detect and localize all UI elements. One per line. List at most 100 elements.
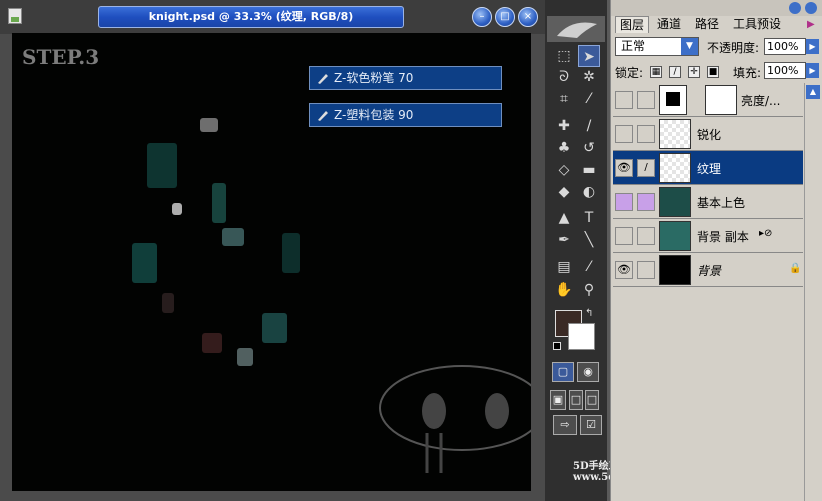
pig-nose-logo (379, 365, 531, 473)
brush-label-chalk: Z-软色粉笔 70 (309, 66, 502, 90)
visibility-toggle[interactable] (615, 227, 633, 245)
opacity-input[interactable]: 100% (764, 38, 806, 55)
blur-tool-icon[interactable]: ◆ (553, 181, 575, 203)
line-tool-icon[interactable]: ╲ (578, 229, 600, 251)
healing-brush-icon[interactable]: ✚ (553, 115, 575, 137)
brush-icon[interactable]: / (637, 159, 655, 177)
marquee-tool-icon[interactable]: ⬚ (553, 45, 575, 67)
document-title: knight.psd @ 33.3% (纹理, RGB/8) (98, 6, 404, 28)
crop-tool-icon[interactable]: ⌗ (553, 88, 575, 110)
layer-row[interactable]: 基本上色 (613, 185, 803, 219)
step-label: STEP.3 (22, 45, 100, 69)
layer-thumbnail (659, 119, 691, 149)
type-tool-icon[interactable]: T (578, 207, 600, 229)
lock-icon: 🔒 (789, 263, 802, 274)
tab-paths[interactable]: 路径 (691, 16, 723, 33)
default-colors-icon[interactable] (553, 342, 561, 350)
jump-to-imageready-icon[interactable]: ⇨ (553, 415, 577, 435)
opacity-slider-button[interactable]: ▶ (806, 39, 819, 54)
tab-channels[interactable]: 通道 (653, 16, 685, 33)
blend-mode-select[interactable]: 正常 ▼ (615, 37, 699, 56)
palette-minimize-icon[interactable] (789, 2, 801, 14)
layer-name: 锐化 (697, 128, 722, 142)
fill-input[interactable]: 100% (764, 62, 806, 79)
swap-colors-icon[interactable]: ↰ (585, 308, 593, 319)
visibility-toggle[interactable] (615, 91, 633, 109)
notes-tool-icon[interactable]: ▤ (553, 256, 575, 278)
eye-icon[interactable]: 👁 (615, 261, 633, 279)
visibility-toggle[interactable] (615, 125, 633, 143)
layer-thumbnail (659, 255, 691, 285)
background-color-swatch[interactable] (568, 323, 595, 350)
brush-icon (318, 111, 328, 121)
fill-slider-button[interactable]: ▶ (806, 63, 819, 78)
brush-label-plastic: Z-塑料包装 90 (309, 103, 502, 127)
eyedropper-icon[interactable]: ⁄ (578, 256, 600, 278)
path-select-icon[interactable]: ▲ (553, 207, 575, 229)
opacity-label: 不透明度: (707, 41, 760, 55)
gradient-tool-icon[interactable]: ▬ (578, 159, 600, 181)
layer-link-toggle[interactable] (637, 261, 655, 279)
layer-thumbnail (659, 187, 691, 217)
palette-menu-icon[interactable]: ▶ (807, 19, 815, 30)
brush-icon (318, 74, 328, 84)
layer-name: 背景 (697, 264, 722, 278)
lock-pixels-icon[interactable]: / (669, 66, 681, 78)
magic-wand-icon[interactable]: ✲ (578, 66, 600, 88)
minimize-icon[interactable]: – (472, 7, 492, 27)
maximize-icon[interactable]: □ (495, 7, 515, 27)
standard-mode-icon[interactable]: ▢ (552, 362, 574, 382)
layer-row-selected[interactable]: 👁 / 纹理 (613, 151, 803, 185)
palette-close-icon[interactable] (805, 2, 817, 14)
zoom-tool-icon[interactable]: ⚲ (578, 279, 600, 301)
image-canvas[interactable]: STEP.3 Z-软色粉笔 70 Z-塑料包装 90 (12, 33, 531, 491)
layer-row[interactable]: 锐化 (613, 117, 803, 151)
screen-mode-full-menu-icon[interactable]: □ (569, 390, 583, 410)
layer-link-toggle[interactable] (637, 125, 655, 143)
pen-tool-icon[interactable]: ✒ (553, 229, 575, 251)
layer-thumbnail (659, 221, 691, 251)
layer-link-toggle[interactable] (637, 193, 655, 211)
brush-label-text: Z-塑料包装 90 (334, 108, 414, 122)
layer-link-toggle[interactable] (637, 227, 655, 245)
lock-position-icon[interactable]: ✛ (688, 66, 700, 78)
close-icon[interactable]: × (518, 7, 538, 27)
tab-tool-presets[interactable]: 工具预设 (729, 16, 785, 33)
screen-mode-standard-icon[interactable]: ▣ (550, 390, 566, 410)
document-icon (8, 8, 22, 24)
palette-topbar (611, 0, 822, 16)
tab-layers[interactable]: 图层 (615, 16, 650, 33)
clone-stamp-icon[interactable]: ♣ (553, 137, 575, 159)
layer-row[interactable]: 👁 背景 🔒 (613, 253, 803, 287)
lock-all-icon[interactable]: ■ (707, 66, 719, 78)
layers-scrollbar[interactable]: ▲ (804, 83, 821, 501)
dodge-tool-icon[interactable]: ◐ (578, 181, 600, 203)
toolbox-header-logo (547, 16, 605, 42)
history-brush-icon[interactable]: ↺ (578, 137, 600, 159)
move-tool-icon[interactable]: ➤ (578, 45, 600, 67)
eye-icon[interactable]: 👁 (615, 159, 633, 177)
visibility-toggle[interactable] (615, 193, 633, 211)
brush-tool-icon[interactable]: / (578, 115, 600, 137)
scroll-up-icon[interactable]: ▲ (806, 85, 820, 99)
hand-tool-icon[interactable]: ✋ (553, 279, 575, 301)
slice-tool-icon[interactable]: ⁄ (578, 88, 600, 110)
layer-name: 纹理 (697, 162, 722, 176)
fill-label: 填充: (733, 66, 762, 80)
document-titlebar: knight.psd @ 33.3% (纹理, RGB/8) – □ × (0, 0, 545, 34)
layer-row[interactable]: 背景 副本 ▸⊘ (613, 219, 803, 253)
quickmask-mode-icon[interactable]: ◉ (577, 362, 599, 382)
eraser-tool-icon[interactable]: ◇ (553, 159, 575, 181)
chevron-down-icon: ▼ (681, 38, 698, 55)
checkmark-icon[interactable]: ☑ (580, 415, 602, 435)
palette-tabs: 图层 通道 路径 工具预设 ▶ (611, 16, 822, 33)
lasso-tool-icon[interactable]: ᘐ (553, 66, 575, 88)
lock-transparency-icon[interactable]: ▦ (650, 66, 662, 78)
brush-label-text: Z-软色粉笔 70 (334, 71, 414, 85)
layer-link-toggle[interactable] (637, 91, 655, 109)
screen-mode-full-icon[interactable]: □ (585, 390, 599, 410)
document-window: knight.psd @ 33.3% (纹理, RGB/8) – □ × STE… (0, 0, 545, 501)
layer-name: 亮度/... (741, 94, 781, 108)
blend-mode-value: 正常 (621, 39, 646, 53)
layer-row[interactable]: 亮度/... (613, 83, 803, 117)
